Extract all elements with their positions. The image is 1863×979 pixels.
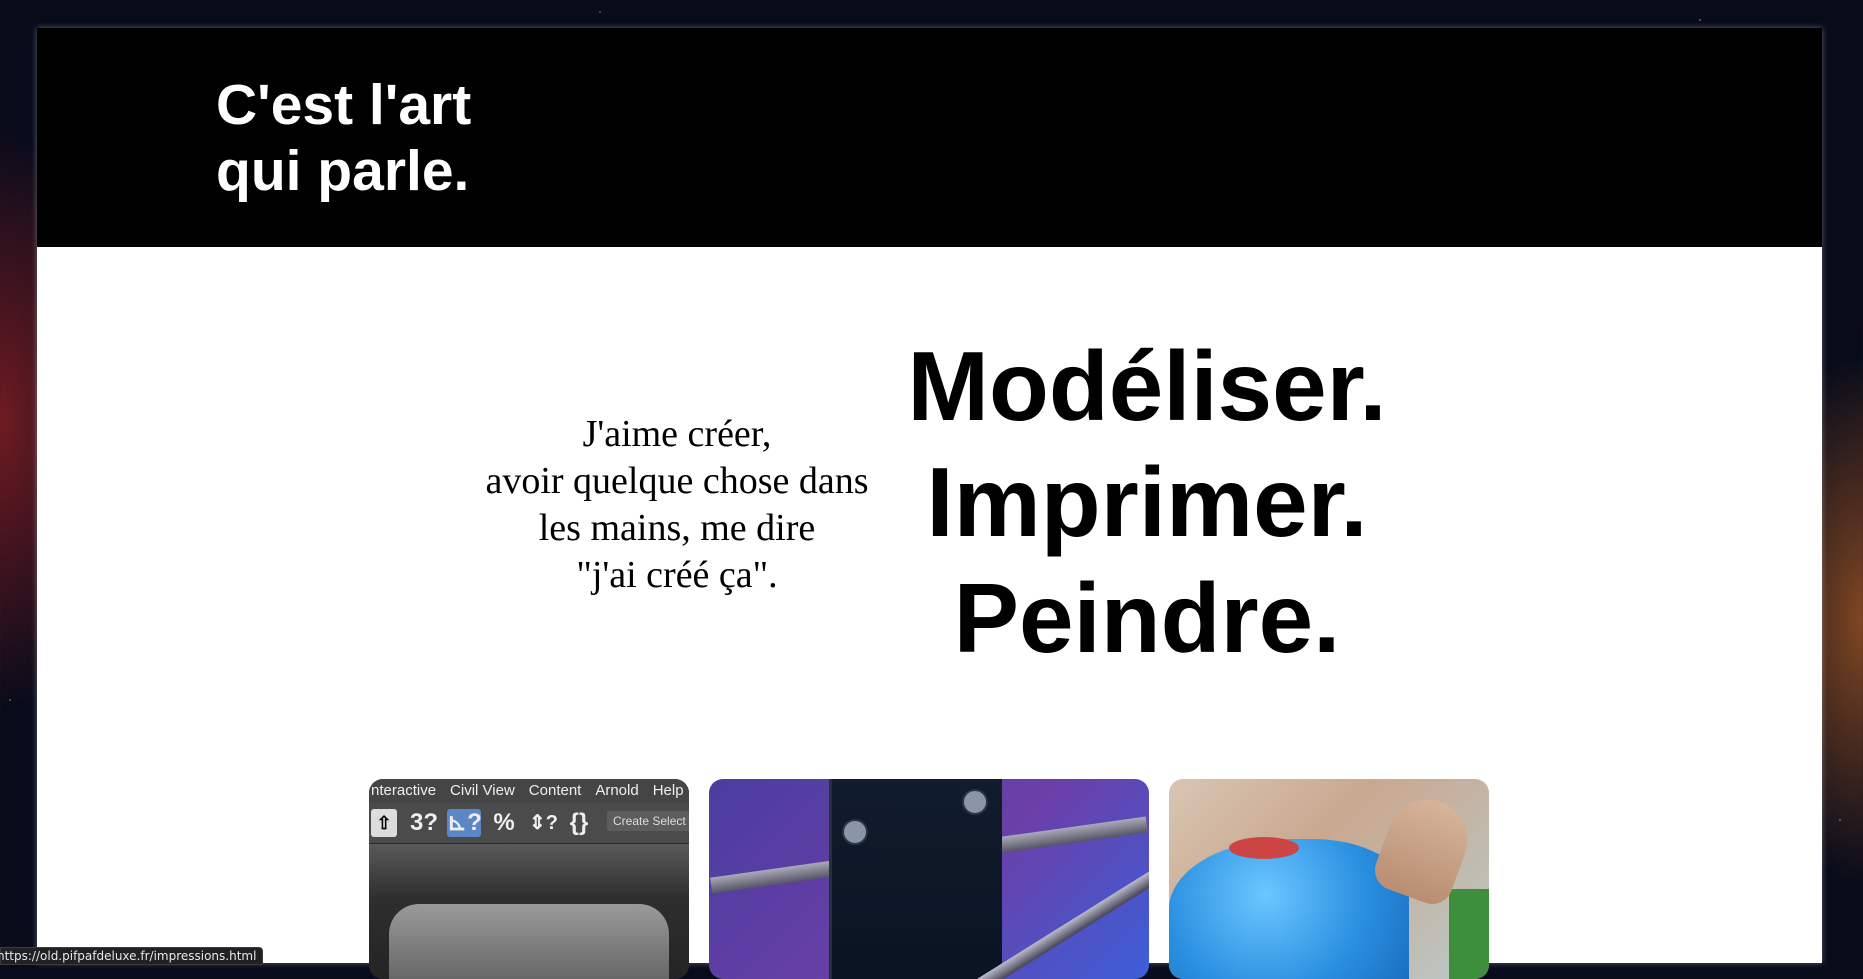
spinner-snap-icon: ⇕? — [529, 812, 558, 834]
link-status-bar: https://old.pifpafdeluxe.fr/impressions.… — [0, 947, 264, 965]
verb-print: Imprimer. — [926, 447, 1368, 557]
screw-icon — [962, 789, 988, 815]
software-menubar: nteractive Civil View Content Arnold Help — [369, 779, 689, 803]
3d-model-shape — [389, 904, 669, 979]
verb-paint: Peindre. — [953, 563, 1341, 673]
menu-item-arnold: Arnold — [595, 782, 639, 799]
site-header: C'est l'art qui parle. — [37, 28, 1822, 247]
3d-viewport-image — [369, 844, 689, 979]
printer-head-image — [829, 779, 1002, 979]
intro-line-3: les mains, me dire — [538, 507, 816, 549]
create-selection-button: Create Select — [607, 811, 689, 831]
card-imprimer[interactable] — [709, 779, 1149, 979]
headline-verbs: Modéliser. Imprimer. Peindre. — [872, 328, 1422, 676]
menu-item-help: Help — [652, 782, 684, 799]
menu-item-content: Content — [528, 782, 582, 799]
intro-line-4: "j'ai créé ça". — [576, 554, 778, 596]
card-modeliser[interactable]: nteractive Civil View Content Arnold Help ⇧ … — [369, 779, 689, 979]
site-title-line-1: C'est l'art — [216, 73, 472, 137]
paint-blob-image — [1449, 889, 1489, 979]
site-title: C'est l'art qui parle. — [216, 72, 471, 204]
software-toolbar: ⇧ 3? ⊾? % ⇕? {} Create Select — [369, 803, 689, 844]
screw-icon — [842, 819, 868, 845]
paint-blob-image — [1169, 839, 1409, 979]
select-arrow-icon: ⇧ — [371, 809, 397, 837]
intro-line-2: avoir quelque chose dans — [485, 460, 869, 502]
site-title-line-2: qui parle. — [216, 139, 470, 203]
percent-snap-icon: % — [493, 809, 515, 836]
menu-item-interactive: nteractive — [371, 782, 437, 799]
intro-text: J'aime créer, avoir quelque chose dans l… — [467, 411, 887, 599]
intro-line-1: J'aime créer, — [582, 413, 772, 455]
angle-snap-icon: ⊾? — [447, 809, 482, 837]
snap-3d-icon: 3? — [409, 809, 438, 836]
named-selection-icon: {} — [569, 809, 589, 836]
verb-model: Modéliser. — [907, 331, 1387, 441]
paint-blob-image — [1229, 837, 1299, 859]
menu-item-civil-view: Civil View — [450, 782, 515, 799]
card-peindre[interactable] — [1169, 779, 1489, 979]
